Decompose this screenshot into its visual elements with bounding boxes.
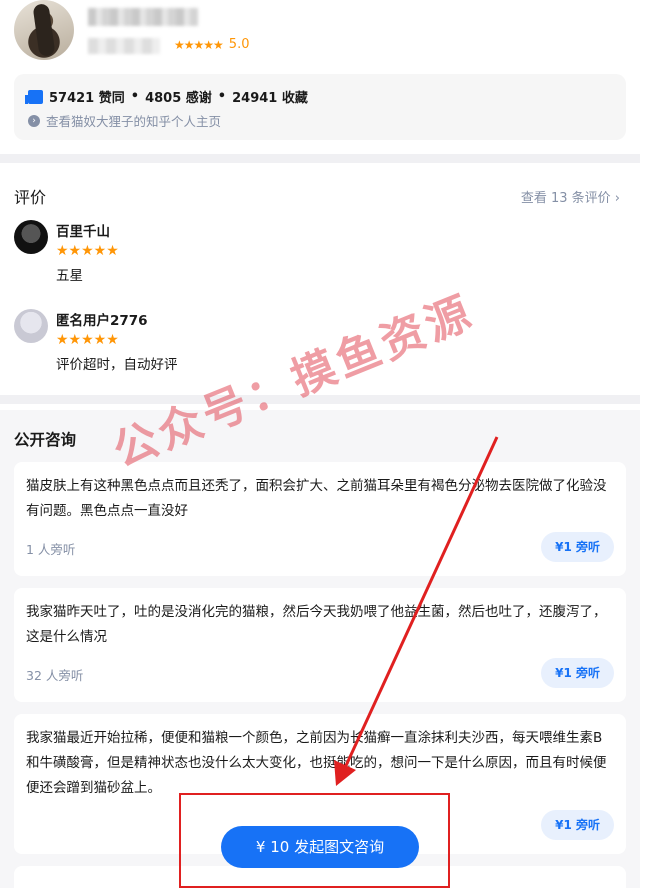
section-divider bbox=[0, 154, 640, 163]
link-icon: › bbox=[28, 114, 40, 127]
consult-question: 我家猫最近开始拉稀，便便和猫粮一个颜色，之前因为长猫癣一直涂抹利夫沙西，每天喂维… bbox=[26, 730, 607, 796]
listen-button[interactable]: ¥1 旁听 bbox=[541, 810, 614, 840]
blurred-subtitle bbox=[88, 38, 160, 54]
star-rating-icon: ★★★★★ bbox=[174, 37, 224, 52]
avatar[interactable] bbox=[14, 0, 74, 60]
star-rating-icon: ★★★★★ bbox=[56, 332, 119, 348]
consult-card[interactable]: 猫皮肤上有这种黑色点点而且还秃了，面积会扩大、之前猫耳朵里有褐色分泌物去医院做了… bbox=[14, 462, 626, 576]
listen-button[interactable]: ¥1 旁听 bbox=[541, 658, 614, 688]
start-consult-button[interactable]: ¥ 10 发起图文咨询 bbox=[221, 826, 419, 868]
star-rating-icon: ★★★★★ bbox=[56, 243, 119, 259]
review-text: 五星 bbox=[56, 268, 83, 284]
view-all-reviews-link[interactable]: 查看 13 条评价 › bbox=[521, 187, 620, 206]
reviewer-name: 百里千山 bbox=[56, 224, 110, 240]
chevron-right-icon: › bbox=[614, 190, 620, 206]
reviews-title: 评价 bbox=[14, 188, 47, 207]
listener-count: 1 人旁听 bbox=[26, 542, 76, 557]
separator: • bbox=[130, 89, 140, 104]
reviewer-avatar[interactable] bbox=[14, 220, 48, 254]
profile-header: ★★★★★ 5.0 bbox=[0, 0, 640, 70]
consult-card[interactable]: 我家猫昨天吐了，吐的是没消化完的猫粮，然后今天我奶喂了他益生菌，然后也吐了，还腹… bbox=[14, 588, 626, 702]
thumbs-up-icon bbox=[25, 89, 43, 104]
separator: • bbox=[217, 89, 227, 104]
listener-count: 32 人旁听 bbox=[26, 668, 84, 683]
avatar-figure bbox=[32, 3, 56, 57]
favorites-count: 24941 收藏 bbox=[232, 91, 308, 106]
profile-rating: ★★★★★ 5.0 bbox=[174, 37, 249, 52]
stats-line: 57421 赞同 • 4805 感谢 • 24941 收藏 bbox=[25, 87, 612, 106]
profile-link-text[interactable]: 查看猫奴大狸子的知乎个人主页 bbox=[46, 111, 221, 130]
view-all-reviews-text[interactable]: 查看 13 条评价 bbox=[521, 191, 611, 206]
reviewer-name: 匿名用户2776 bbox=[56, 313, 148, 329]
reviews-header: 评价 查看 13 条评价 › bbox=[14, 184, 620, 208]
reviewer-avatar[interactable] bbox=[14, 309, 48, 343]
consult-question: 我家猫昨天吐了，吐的是没消化完的猫粮，然后今天我奶喂了他益生菌，然后也吐了，还腹… bbox=[26, 604, 607, 645]
stats-card: 57421 赞同 • 4805 感谢 • 24941 收藏 › 查看猫奴大狸子的… bbox=[14, 74, 626, 140]
rating-score: 5.0 bbox=[228, 37, 250, 52]
profile-link[interactable]: › 查看猫奴大狸子的知乎个人主页 bbox=[28, 111, 612, 130]
thanks-count: 4805 感谢 bbox=[145, 91, 212, 106]
listen-button[interactable]: ¥1 旁听 bbox=[541, 532, 614, 562]
consult-title: 公开咨询 bbox=[14, 431, 77, 449]
blurred-name bbox=[88, 8, 198, 26]
likes-count: 57421 赞同 bbox=[49, 91, 125, 106]
review-text: 评价超时，自动好评 bbox=[56, 357, 178, 373]
consult-question: 猫皮肤上有这种黑色点点而且还秃了，面积会扩大、之前猫耳朵里有褐色分泌物去医院做了… bbox=[26, 478, 607, 519]
